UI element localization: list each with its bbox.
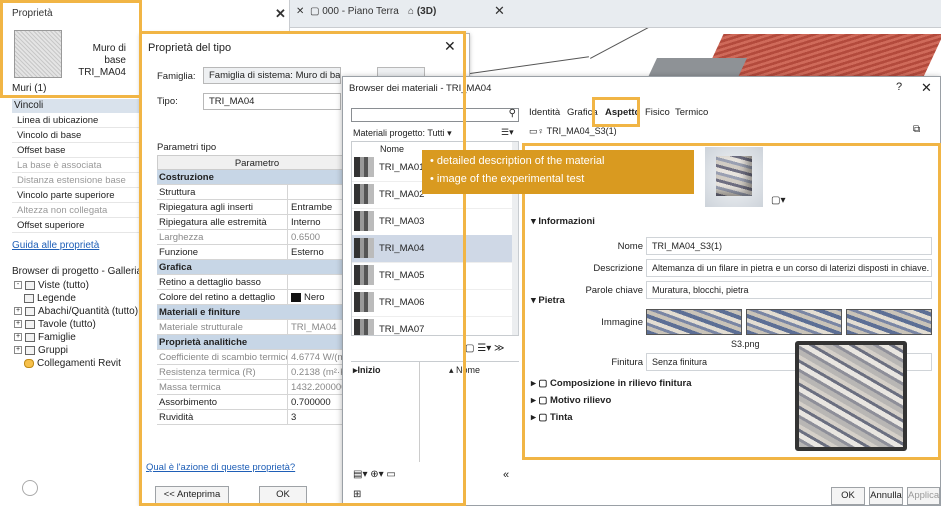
- apply-button[interactable]: Applica: [907, 487, 940, 505]
- cancel-button[interactable]: Annulla: [869, 487, 903, 505]
- property-row[interactable]: Offset base: [12, 144, 140, 158]
- collapse-icon[interactable]: -: [14, 281, 22, 290]
- tree-item[interactable]: + Abachi/Quantità (tutto): [14, 306, 138, 317]
- folder-icon: [24, 293, 34, 303]
- tree-item[interactable]: + Famiglie: [14, 332, 76, 343]
- section-vincoli[interactable]: Vincoli: [12, 99, 140, 113]
- tree-item[interactable]: + Tavole (tutto): [14, 319, 96, 330]
- highlight-frame: [592, 97, 640, 127]
- expand-icon[interactable]: +: [14, 333, 22, 342]
- collapse-icon[interactable]: «: [503, 469, 509, 481]
- view-tab-3d[interactable]: ⌂ (3D): [408, 6, 436, 17]
- tree-item[interactable]: - Viste (tutto): [14, 280, 89, 291]
- view-tab-3d-close-icon[interactable]: ✕: [494, 3, 505, 19]
- folder-icon: [25, 280, 35, 290]
- ok-button[interactable]: OK: [831, 487, 865, 505]
- annotation-callout: • detailed description of the material •…: [422, 150, 694, 194]
- highlight-frame: [0, 0, 142, 98]
- expand-icon[interactable]: +: [14, 320, 22, 329]
- expand-icon[interactable]: +: [14, 307, 22, 316]
- help-link[interactable]: Guida alle proprietà: [12, 240, 99, 251]
- expand-icon[interactable]: +: [14, 346, 22, 355]
- folder-icon: [25, 345, 35, 355]
- help-icon[interactable]: ?: [896, 81, 902, 93]
- close-icon[interactable]: ✕: [921, 80, 932, 96]
- view-options-icon[interactable]: ▢ ☰▾ ≫: [465, 343, 504, 354]
- property-row[interactable]: Vincolo di base: [12, 129, 140, 143]
- duplicate-asset-icon[interactable]: ⧉: [913, 124, 920, 135]
- folder-icon: [25, 306, 35, 316]
- tree-item[interactable]: Legende: [24, 293, 76, 304]
- list-view-icon[interactable]: ☰▾: [501, 127, 514, 138]
- property-row[interactable]: Offset superiore: [12, 219, 140, 233]
- tab-termico[interactable]: Termico: [675, 107, 708, 118]
- nav-wheel-icon[interactable]: [22, 480, 38, 496]
- property-row[interactable]: Vincolo parte superiore: [12, 189, 140, 203]
- folder-icon: [24, 358, 34, 368]
- view-tab-floor-plan[interactable]: ▢ 000 - Piano Terra: [310, 6, 399, 17]
- wall-model: [643, 58, 747, 78]
- folder-icon: [25, 319, 35, 329]
- project-browser-title: Browser di progetto - Galleria: [12, 266, 140, 277]
- property-row[interactable]: Distanza estensione base: [12, 174, 140, 188]
- tree-item[interactable]: Collegamenti Revit: [24, 358, 121, 369]
- view-tab-close-icon[interactable]: ✕: [296, 6, 304, 17]
- tab-fisico[interactable]: Fisico: [645, 107, 670, 118]
- highlight-frame: [139, 31, 466, 506]
- close-icon[interactable]: ✕: [275, 6, 286, 22]
- property-row[interactable]: Linea di ubicazione: [12, 114, 140, 128]
- property-row[interactable]: La base è associata: [12, 159, 140, 173]
- tab-identita[interactable]: Identità: [529, 107, 560, 118]
- asset-name: ▭♀ TRI_MA04_S3(1): [529, 126, 617, 136]
- tree-item[interactable]: + Gruppi: [14, 345, 68, 356]
- folder-icon: [25, 332, 35, 342]
- view-tab-strip: ✕ ▢ 000 - Piano Terra ⌂ (3D) ✕: [290, 0, 941, 28]
- property-row[interactable]: Altezza non collegata: [12, 204, 140, 218]
- search-icon: ⚲: [508, 108, 516, 119]
